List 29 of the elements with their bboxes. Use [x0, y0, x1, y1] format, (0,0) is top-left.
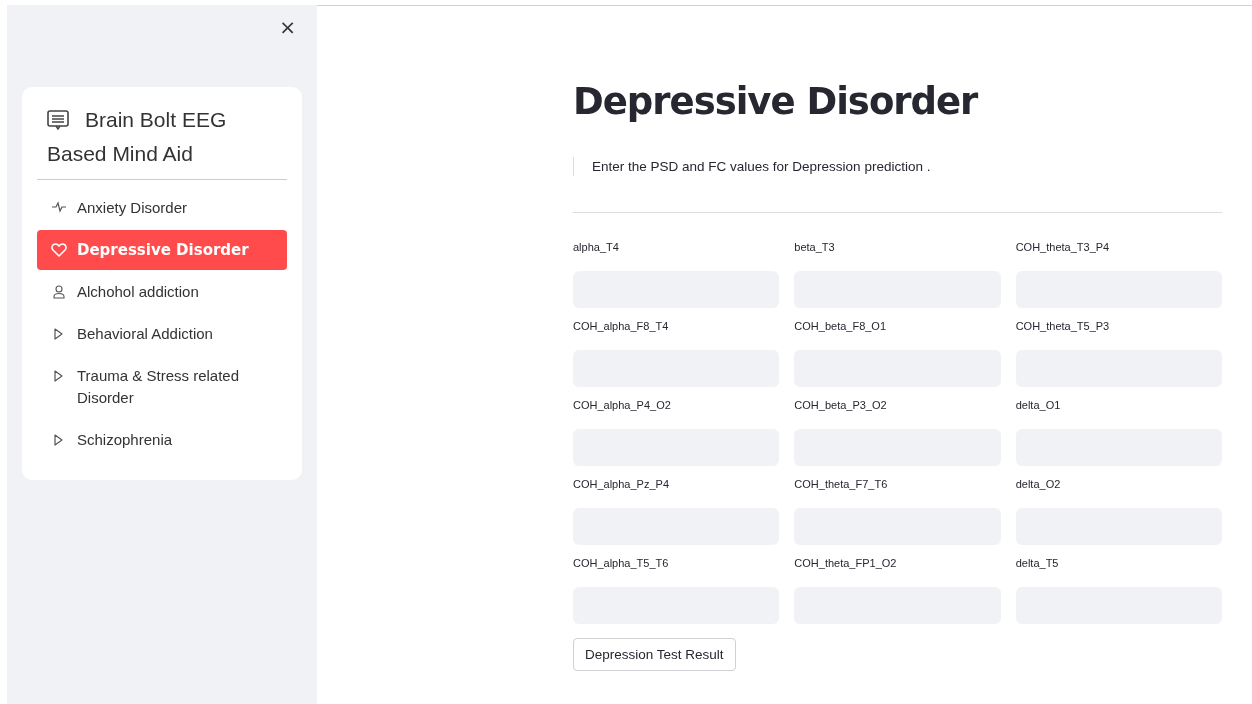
field-label: COH_theta_T5_P3 — [1015, 320, 1111, 334]
person-icon — [51, 285, 67, 299]
app-title: Brain Bolt EEG Based Mind Aid — [47, 107, 228, 167]
field-label: beta_T3 — [794, 241, 836, 255]
field-label: COH_theta_T3_P4 — [1015, 241, 1111, 255]
pulse-icon — [51, 201, 67, 213]
result-button[interactable]: Depression Test Result — [573, 638, 736, 671]
nav-item[interactable]: Schizophrenia — [37, 420, 287, 460]
field-label: delta_O1 — [1015, 399, 1062, 413]
nav-item[interactable]: Anxiety Disorder — [37, 188, 287, 228]
heart-icon — [51, 243, 67, 257]
field-label: COH_theta_FP1_O2 — [794, 557, 898, 571]
instruction-text: Enter the PSD and FC values for Depression prediction . — [573, 157, 1222, 176]
field-label: COH_beta_F8_O1 — [794, 320, 888, 334]
nav-item[interactable]: Trauma & Stress related Disorder — [37, 356, 287, 418]
close-button[interactable]: × — [273, 15, 302, 39]
field-label: delta_T5 — [1015, 557, 1060, 571]
document-icon — [47, 109, 69, 131]
field-label: delta_O2 — [1015, 478, 1062, 492]
field-label: COH_alpha_F8_T4 — [573, 320, 670, 334]
field-label: COH_alpha_P4_O2 — [573, 399, 672, 413]
nav-item[interactable]: Alchohol addiction — [37, 272, 287, 312]
field-label: COH_theta_F7_T6 — [794, 478, 889, 492]
field-label: COH_alpha_T5_T6 — [573, 557, 670, 571]
field-label: alpha_T4 — [573, 241, 620, 255]
field-label: COH_alpha_Pz_P4 — [573, 478, 670, 492]
field-label: COH_beta_P3_O2 — [794, 399, 888, 413]
nav-item[interactable]: Behavioral Addiction — [37, 314, 287, 354]
page-title: Depressive Disorder — [573, 80, 979, 123]
